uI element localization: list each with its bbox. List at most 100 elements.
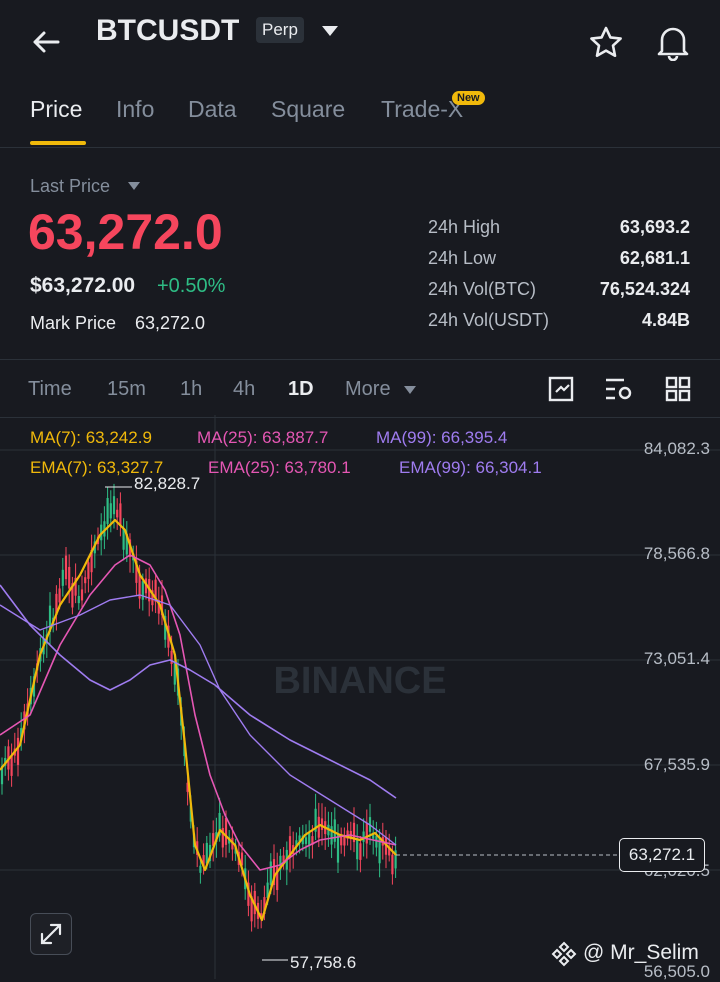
candle	[384, 830, 388, 869]
usd-value: $63,272.00	[30, 274, 136, 297]
tab-price[interactable]: Price	[30, 96, 82, 123]
stat-value: 63,693.2	[619, 217, 690, 237]
candle	[128, 533, 132, 573]
candle	[308, 820, 311, 859]
candle	[288, 826, 292, 873]
ema99-line	[0, 594, 397, 846]
candle	[16, 727, 20, 777]
candle	[365, 809, 368, 859]
new-badge: New	[452, 91, 485, 105]
tab-info[interactable]: Info	[116, 96, 154, 123]
perp-badge: Perp	[256, 17, 304, 43]
candle	[394, 836, 397, 878]
moving-average-lines	[0, 486, 619, 961]
mark-price-label: Mark Price	[30, 313, 117, 333]
timeframe-1h[interactable]: 1h	[180, 378, 202, 401]
tab-trade-x[interactable]: Trade-X	[381, 96, 463, 123]
price-change: +0.50%	[157, 275, 226, 297]
price-axis-label: 67,535.9	[643, 755, 710, 774]
candle	[260, 899, 263, 929]
candle	[90, 534, 93, 586]
candle	[13, 732, 16, 763]
candle	[343, 827, 346, 857]
candle	[221, 815, 224, 858]
candle	[375, 821, 378, 857]
candle	[71, 576, 74, 615]
candle	[84, 570, 87, 594]
candle	[0, 757, 4, 795]
candle	[314, 793, 317, 841]
indicator-settings-icon[interactable]	[604, 375, 634, 403]
price-axis-label: 78,566.8	[643, 544, 710, 563]
grid-layout-icon[interactable]	[664, 375, 692, 403]
dropdown-caret-icon[interactable]	[403, 385, 417, 395]
timeframe-15m[interactable]: 15m	[107, 378, 146, 401]
price-divider	[0, 359, 720, 360]
last-price-value: 63,272.0	[28, 204, 223, 260]
candle	[154, 573, 157, 614]
candle	[212, 820, 215, 862]
tabs-divider	[0, 147, 720, 148]
stat-label: 24h Vol(USDT)	[428, 310, 550, 330]
ma7-label: MA(7): 63,242.9	[30, 428, 152, 447]
candlestick-chart[interactable]: BINANCE	[0, 415, 720, 979]
candle	[68, 554, 71, 604]
candle	[103, 506, 106, 550]
timeframe-more[interactable]: More	[345, 378, 391, 401]
dropdown-caret-icon[interactable]	[320, 24, 340, 38]
candle	[93, 534, 96, 569]
candle	[116, 498, 119, 530]
candle	[346, 822, 349, 846]
dropdown-caret-icon[interactable]	[127, 181, 141, 191]
candles	[0, 483, 397, 932]
candle	[77, 585, 80, 610]
tab-data[interactable]: Data	[188, 96, 237, 123]
stat-value: 4.84B	[641, 310, 690, 330]
binance-square-logo-icon	[551, 941, 577, 967]
stat-label: 24h Vol(BTC)	[428, 279, 537, 299]
candle	[122, 518, 125, 561]
last-price-label[interactable]: Last Price	[30, 176, 110, 197]
tab-square[interactable]: Square	[271, 96, 345, 123]
timeframe-1d[interactable]: 1D	[288, 378, 314, 401]
symbol-title[interactable]: BTCUSDT	[96, 14, 239, 48]
timeframe-time[interactable]: Time	[28, 378, 72, 401]
candle	[336, 824, 340, 874]
mark-price-value: 63,272.0	[135, 313, 206, 333]
candle	[304, 824, 308, 857]
timeframe-4h[interactable]: 4h	[233, 378, 255, 401]
expand-icon[interactable]	[30, 913, 72, 955]
candle	[10, 743, 13, 787]
candle	[356, 824, 359, 871]
credit-label: @ Mr_Selim	[583, 941, 699, 964]
candle	[119, 492, 122, 537]
candle	[340, 827, 343, 854]
header: BTCUSDT Perp	[0, 0, 720, 80]
stat-label: 24h Low	[428, 248, 497, 268]
candle	[333, 807, 336, 849]
candle	[135, 545, 138, 595]
star-icon[interactable]	[588, 25, 624, 59]
current-price-tag[interactable]: 63,272.1	[619, 838, 705, 872]
back-arrow-icon[interactable]	[30, 26, 62, 58]
candle	[359, 836, 362, 873]
candle	[250, 885, 253, 932]
chart-style-icon[interactable]	[547, 375, 575, 403]
price-axis-label: 56,505.0	[643, 962, 710, 981]
stat-value: 62,681.1	[619, 248, 690, 268]
price-axis-label: 84,082.3	[643, 439, 710, 458]
candle	[330, 812, 333, 859]
active-tab-indicator	[30, 141, 86, 145]
ema99-label: EMA(99): 66,304.1	[399, 458, 542, 477]
candle	[208, 832, 212, 869]
stat-label: 24h High	[428, 217, 501, 237]
bell-icon[interactable]	[655, 23, 691, 61]
candle	[372, 820, 375, 855]
candle	[61, 557, 64, 597]
candle	[106, 487, 109, 540]
candle	[276, 852, 279, 902]
low-marker-label: 57,758.6	[290, 953, 357, 972]
high-marker-label: 82,828.7	[134, 474, 201, 493]
ema25-label: EMA(25): 63,780.1	[208, 458, 351, 477]
ma99-label: MA(99): 66,395.4	[376, 428, 508, 447]
